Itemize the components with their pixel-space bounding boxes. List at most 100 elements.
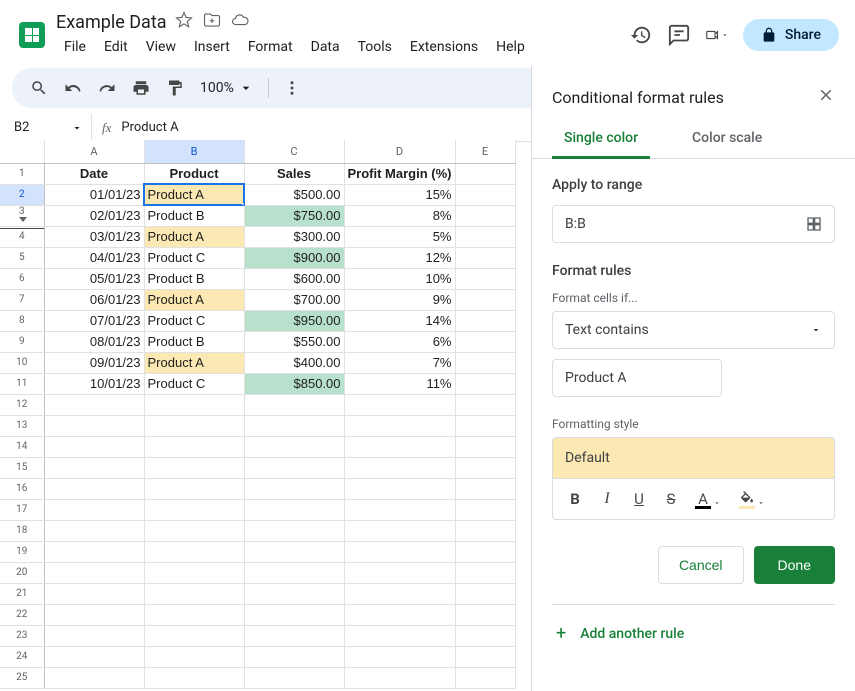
cell[interactable] <box>344 562 455 583</box>
cell[interactable] <box>455 583 515 604</box>
cell[interactable] <box>144 436 244 457</box>
cell[interactable]: $300.00 <box>244 226 344 247</box>
cell[interactable]: $550.00 <box>244 331 344 352</box>
cell[interactable] <box>455 415 515 436</box>
close-icon[interactable] <box>817 86 835 108</box>
cell[interactable] <box>455 184 515 205</box>
cell[interactable]: $750.00 <box>244 205 344 226</box>
cell[interactable]: 06/01/23 <box>44 289 144 310</box>
cell[interactable] <box>144 457 244 478</box>
cell[interactable] <box>144 394 244 415</box>
cell[interactable] <box>44 604 144 625</box>
move-icon[interactable] <box>203 11 221 33</box>
cell[interactable] <box>455 373 515 394</box>
cell[interactable]: 14% <box>344 310 455 331</box>
fill-color-button[interactable] <box>733 485 761 513</box>
cell[interactable] <box>455 436 515 457</box>
row-header[interactable]: 19 <box>0 541 44 562</box>
condition-value-input[interactable]: Product A <box>552 359 722 397</box>
cell[interactable] <box>244 646 344 667</box>
cell[interactable]: $400.00 <box>244 352 344 373</box>
cell[interactable] <box>44 583 144 604</box>
cell[interactable] <box>344 499 455 520</box>
cell[interactable]: Product C <box>144 310 244 331</box>
cell[interactable]: Profit Margin (%) <box>344 163 455 184</box>
cell[interactable]: 12% <box>344 247 455 268</box>
cell[interactable] <box>455 457 515 478</box>
col-header-C[interactable]: C <box>244 140 344 163</box>
star-icon[interactable] <box>175 11 193 33</box>
cell[interactable] <box>344 520 455 541</box>
cell[interactable]: Product C <box>144 373 244 394</box>
col-header-D[interactable]: D <box>344 140 455 163</box>
condition-dropdown[interactable]: Text contains <box>552 311 835 349</box>
cell[interactable]: 02/01/23 <box>44 205 144 226</box>
tab-single-color[interactable]: Single color <box>552 120 650 159</box>
cell[interactable] <box>244 415 344 436</box>
row-header[interactable]: 3 <box>0 205 44 226</box>
cell[interactable] <box>144 562 244 583</box>
cloud-status-icon[interactable] <box>231 11 249 33</box>
cell[interactable] <box>344 415 455 436</box>
cell[interactable]: Product A <box>144 226 244 247</box>
menu-view[interactable]: View <box>138 35 184 59</box>
history-icon[interactable] <box>629 23 653 47</box>
cell[interactable] <box>44 436 144 457</box>
cell[interactable] <box>344 457 455 478</box>
italic-button[interactable]: I <box>593 485 621 513</box>
cell[interactable] <box>344 667 455 688</box>
cell[interactable]: 01/01/23 <box>44 184 144 205</box>
menu-insert[interactable]: Insert <box>186 35 238 59</box>
menu-tools[interactable]: Tools <box>350 35 400 59</box>
cell[interactable]: 5% <box>344 226 455 247</box>
cell[interactable] <box>455 268 515 289</box>
cell[interactable]: $500.00 <box>244 184 344 205</box>
cell[interactable]: 7% <box>344 352 455 373</box>
cell[interactable] <box>144 625 244 646</box>
cell[interactable] <box>244 562 344 583</box>
cell[interactable]: Product A <box>144 352 244 373</box>
cell[interactable] <box>144 646 244 667</box>
cell[interactable] <box>455 310 515 331</box>
cell[interactable] <box>44 562 144 583</box>
cell[interactable] <box>244 604 344 625</box>
row-header[interactable]: 18 <box>0 520 44 541</box>
cell[interactable]: 11% <box>344 373 455 394</box>
underline-button[interactable]: U <box>625 485 653 513</box>
cell[interactable]: 05/01/23 <box>44 268 144 289</box>
cell[interactable] <box>144 541 244 562</box>
cell[interactable] <box>344 625 455 646</box>
cell[interactable] <box>455 394 515 415</box>
select-range-icon[interactable] <box>806 216 822 232</box>
cell[interactable] <box>344 604 455 625</box>
cell[interactable] <box>244 499 344 520</box>
search-menus-icon[interactable] <box>24 73 54 103</box>
cell[interactable] <box>44 520 144 541</box>
row-header[interactable]: 16 <box>0 478 44 499</box>
cell[interactable] <box>44 415 144 436</box>
cell[interactable]: Product A <box>144 184 244 205</box>
cell[interactable] <box>344 478 455 499</box>
style-preview[interactable]: Default <box>552 437 835 478</box>
cell[interactable] <box>455 352 515 373</box>
cell[interactable]: Sales <box>244 163 344 184</box>
cell[interactable]: 08/01/23 <box>44 331 144 352</box>
cell[interactable] <box>455 163 515 184</box>
cell[interactable] <box>244 457 344 478</box>
cell[interactable]: Product <box>144 163 244 184</box>
cell[interactable]: 10% <box>344 268 455 289</box>
cell[interactable]: 09/01/23 <box>44 352 144 373</box>
cell[interactable]: Product C <box>144 247 244 268</box>
cell[interactable] <box>44 541 144 562</box>
cell[interactable] <box>144 604 244 625</box>
cell[interactable] <box>455 478 515 499</box>
row-header[interactable]: 22 <box>0 604 44 625</box>
cell[interactable] <box>455 331 515 352</box>
more-icon[interactable] <box>277 73 307 103</box>
cell[interactable] <box>455 541 515 562</box>
cell[interactable] <box>144 478 244 499</box>
row-header[interactable]: 10 <box>0 352 44 373</box>
col-header-E[interactable]: E <box>455 140 515 163</box>
comments-icon[interactable] <box>667 23 691 47</box>
row-header[interactable]: 14 <box>0 436 44 457</box>
